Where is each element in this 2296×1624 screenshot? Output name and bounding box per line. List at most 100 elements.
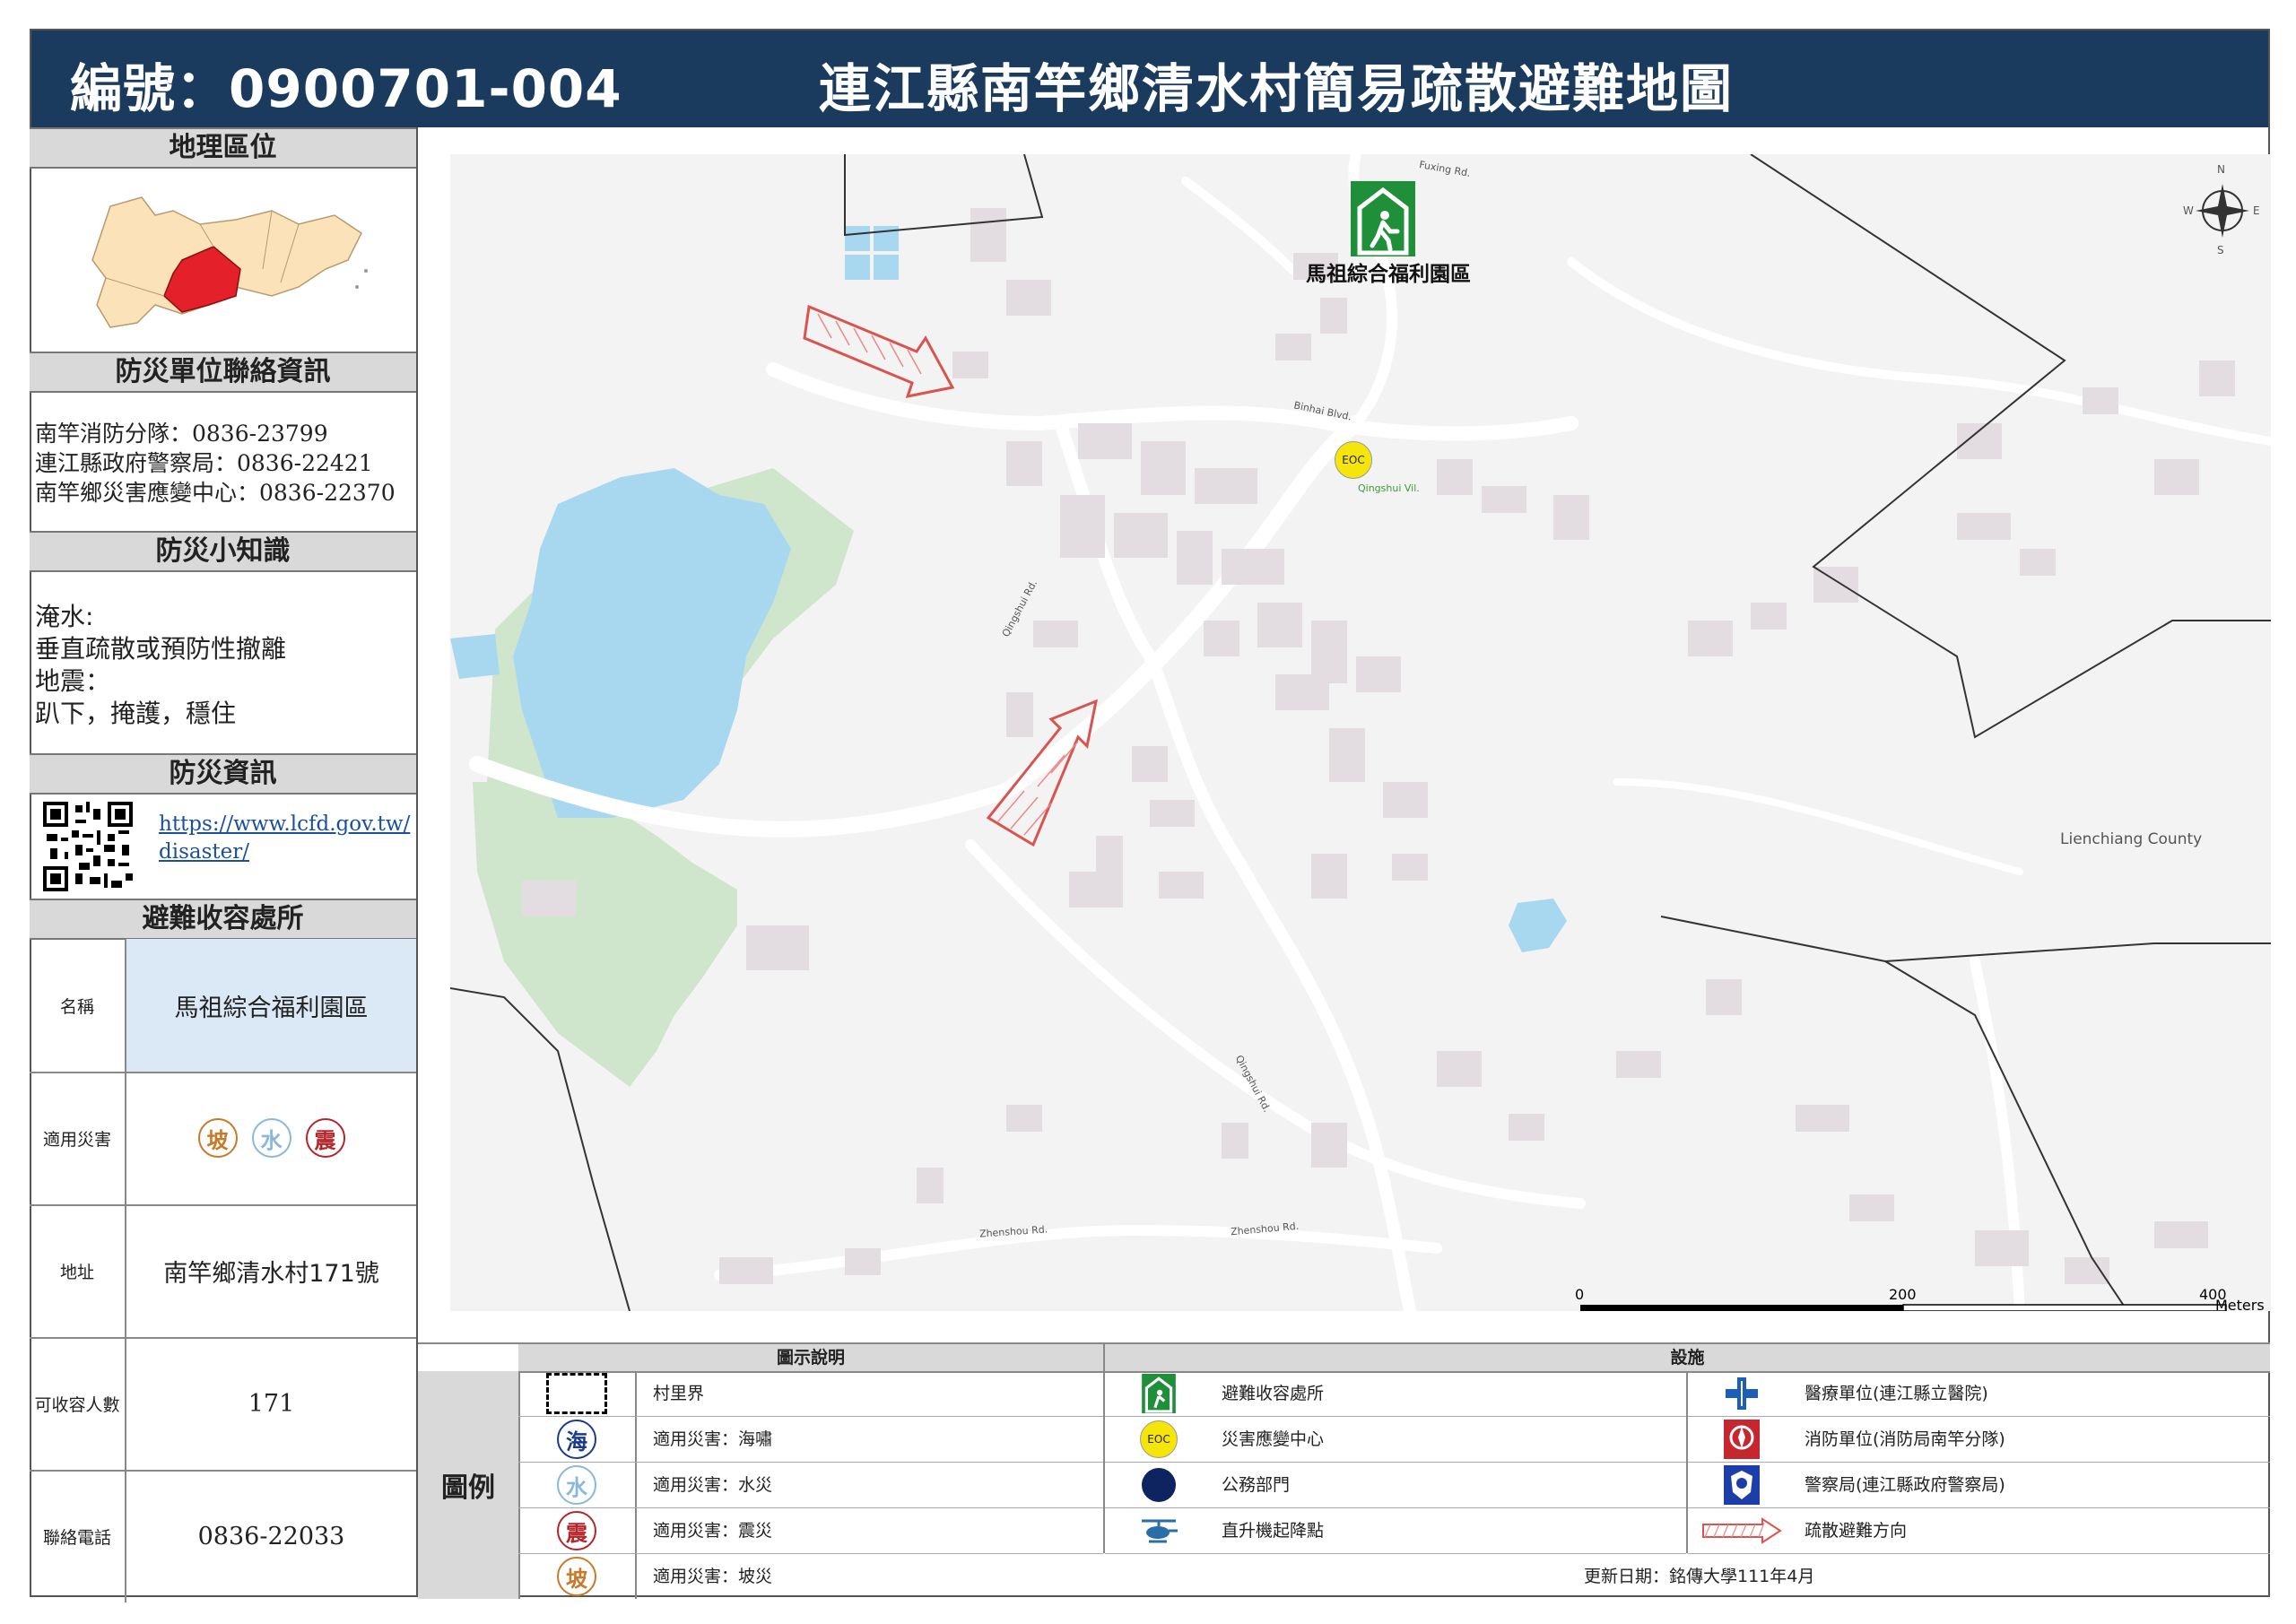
legend-row: 震 適用災害：震災 <box>518 1508 1103 1554</box>
legend-row: EOC 災害應變中心 <box>1105 1417 1686 1463</box>
legend-map-header: 圖示說明 <box>518 1344 1103 1373</box>
road-network <box>469 154 2271 1311</box>
legend-row: 村里界 <box>518 1371 1103 1417</box>
link-line[interactable]: https://www.lcfd.gov.tw/ <box>159 811 410 838</box>
legend-text: 警察局(連江縣政府警察局) <box>1805 1475 2005 1495</box>
compass-n: N <box>2217 163 2225 176</box>
slope-hazard-icon: 坡 <box>541 1554 613 1599</box>
village-label: Qingshui Vil. <box>1358 482 1420 494</box>
contacts-heading: 防災單位聯絡資訊 <box>30 352 416 393</box>
flood-hazard-icon: 水 <box>251 1118 291 1158</box>
helicopter-icon <box>1123 1508 1195 1553</box>
legend-row: 醫療單位(連江縣立醫院) <box>1688 1371 2270 1417</box>
location-inset-map <box>91 196 368 328</box>
map-canvas[interactable]: Qingshui Vil. Lienchiang County Binhai B… <box>450 154 2271 1311</box>
update-date: 更新日期：銘傳大學111年4月 <box>1584 1567 1815 1586</box>
tip-line: 垂直疏散或預防性撤離 <box>35 634 287 664</box>
legend-row: 公務部門 <box>1105 1463 1686 1508</box>
contact-eoc: 南竿鄉災害應變中心：0836-22370 <box>35 480 396 506</box>
scale-tick-0: 0 <box>1575 1286 1585 1303</box>
shelter-map-label: 馬祖綜合福利園區 <box>1306 263 1471 286</box>
legend-text: 適用災害：水災 <box>653 1475 773 1495</box>
legend-row: 避難收容處所 <box>1105 1371 1686 1417</box>
shelter-name: 馬祖綜合福利園區 <box>126 939 416 1072</box>
disaster-info-link[interactable]: https://www.lcfd.gov.tw/ disaster/ <box>159 811 410 866</box>
legend-row: 消防單位(消防局南竿分隊) <box>1688 1417 2270 1463</box>
contacts-list: 南竿消防分隊：0836-23799 連江縣政府警察局：0836-22421 南竿… <box>35 419 396 508</box>
shelter-heading: 避難收容處所 <box>30 899 416 940</box>
scale-unit: Meters <box>2215 1297 2265 1311</box>
earthquake-hazard-icon: 震 <box>305 1118 345 1158</box>
shelter-row-name: 名稱 馬祖綜合福利園區 <box>30 939 416 1073</box>
contact-police: 連江縣政府警察局：0836-22421 <box>35 450 373 476</box>
legend-text: 醫療單位(連江縣立醫院) <box>1805 1384 1988 1403</box>
fire-station-icon <box>1706 1417 1778 1462</box>
shelter-row-capacity: 可收容人數 171 <box>30 1337 416 1472</box>
pond <box>450 634 500 679</box>
scale-tick-200: 200 <box>1889 1286 1917 1303</box>
tips-list: 淹水: 垂直疏散或預防性撤離 地震： 趴下，掩護，穩住 <box>35 601 286 730</box>
shelter-address: 南竿鄉清水村171號 <box>163 1259 379 1288</box>
contact-fire: 南竿消防分隊：0836-23799 <box>35 421 328 447</box>
tip-line: 地震： <box>35 666 111 696</box>
shelter-row-hazards: 適用災害 坡 水 震 <box>30 1072 416 1206</box>
legend-facility-header: 設施 <box>1105 1344 2270 1373</box>
eoc-label: EOC <box>1342 454 1365 466</box>
shelter-icon <box>1123 1371 1195 1416</box>
tip-line: 淹水: <box>35 602 94 631</box>
medical-icon <box>1706 1371 1778 1416</box>
shelter-phone: 0836-22033 <box>197 1522 345 1550</box>
left-panel: 地理區位 防災單位聯絡資訊 南竿消防分隊：0836-23799 連江縣政府警察局… <box>30 127 418 1602</box>
legend-row: 坡 適用災害：坡災 <box>518 1554 1103 1599</box>
row-label: 可收容人數 <box>30 1337 126 1470</box>
compass-w: W <box>2183 204 2194 217</box>
compass-rose-icon <box>2196 184 2249 238</box>
small-pond <box>1509 899 1567 952</box>
shelter-marker[interactable] <box>1351 181 1415 256</box>
legend-side-label: 圖例 <box>418 1371 520 1599</box>
legend-row: 水 適用災害：水災 <box>518 1463 1103 1508</box>
eoc-icon: EOC <box>1123 1417 1195 1462</box>
legend-text: 消防單位(消防局南竿分隊) <box>1805 1429 2005 1449</box>
flood-hazard-icon: 水 <box>541 1463 613 1507</box>
eoc-marker[interactable]: EOC <box>1335 441 1372 479</box>
legend-text: 適用災害：坡災 <box>653 1567 773 1586</box>
legend-row: 海 適用災害：海嘯 <box>518 1417 1103 1463</box>
legend-text: 直升機起降點 <box>1222 1521 1325 1541</box>
legend-text: 適用災害：海嘯 <box>653 1429 773 1449</box>
compass-s: S <box>2217 244 2224 256</box>
legend-text: 村里界 <box>653 1384 705 1403</box>
shelter-row-address: 地址 南竿鄉清水村171號 <box>30 1204 416 1339</box>
location-heading: 地理區位 <box>30 127 416 169</box>
map-graphics <box>450 154 2271 1311</box>
shelter-capacity: 171 <box>248 1389 295 1418</box>
reservoir <box>513 468 791 818</box>
village-boundary-icon <box>541 1371 613 1416</box>
compass-e: E <box>2253 204 2260 217</box>
legend-row: 警察局(連江縣政府警察局) <box>1688 1463 2270 1508</box>
legend-text: 公務部門 <box>1222 1475 1291 1495</box>
tip-line: 趴下，掩護，穩住 <box>35 699 237 728</box>
tsunami-hazard-icon: 海 <box>541 1417 613 1462</box>
row-label: 聯絡電話 <box>30 1470 126 1602</box>
row-label: 地址 <box>30 1204 126 1337</box>
legend-text: 適用災害：震災 <box>653 1521 773 1541</box>
police-icon <box>1706 1463 1778 1507</box>
row-label: 名稱 <box>30 939 126 1072</box>
row-label: 適用災害 <box>30 1072 126 1204</box>
legend-text: 避難收容處所 <box>1222 1384 1325 1403</box>
legend-text: 疏散避難方向 <box>1805 1521 1908 1541</box>
tips-heading: 防災小知識 <box>30 531 416 572</box>
link-line[interactable]: disaster/ <box>159 838 410 866</box>
legend-text: 災害應變中心 <box>1222 1429 1325 1449</box>
county-label: Lienchiang County <box>2060 830 2203 848</box>
qr-code[interactable] <box>43 802 133 891</box>
emergency-exit-icon <box>1357 187 1409 256</box>
hazard-badges: 坡 水 震 <box>126 1072 416 1204</box>
earthquake-hazard-icon: 震 <box>541 1508 613 1553</box>
shelter-row-phone: 聯絡電話 0836-22033 <box>30 1470 416 1602</box>
evacuation-arrow-icon <box>1697 1508 1787 1553</box>
scale-bar <box>1580 1304 2227 1311</box>
slope-hazard-icon: 坡 <box>197 1118 238 1158</box>
government-office-icon <box>1123 1463 1195 1507</box>
